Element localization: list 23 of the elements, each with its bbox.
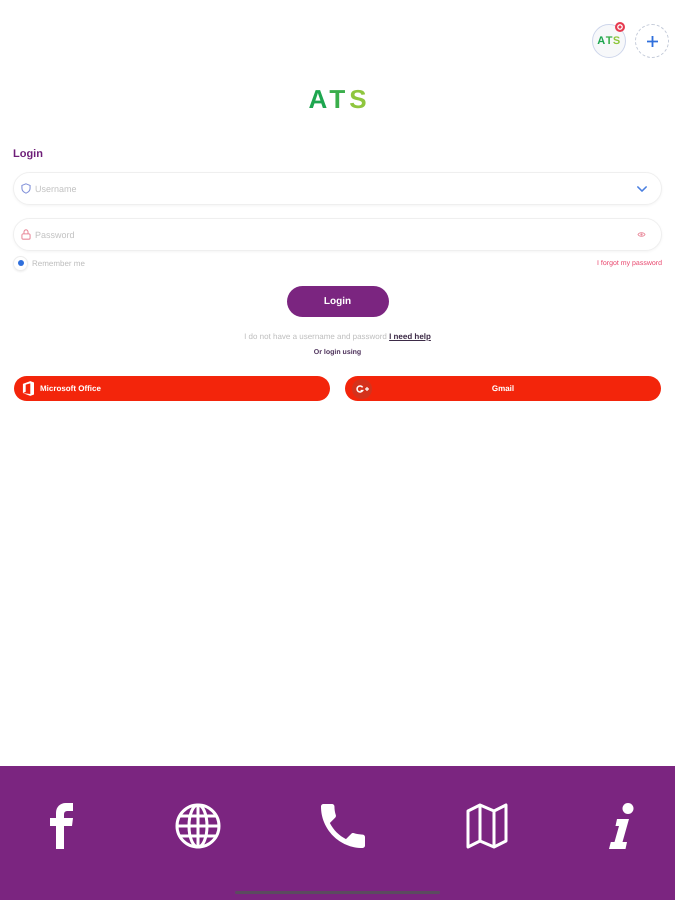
login-button[interactable]: Login bbox=[286, 286, 388, 317]
username-field[interactable]: Username bbox=[13, 172, 662, 205]
help-text: I do not have a username and password I need help bbox=[243, 331, 432, 343]
facebook-icon[interactable] bbox=[49, 803, 74, 849]
app-logo: ATS bbox=[307, 86, 372, 112]
info-icon[interactable] bbox=[608, 803, 634, 849]
map-icon[interactable] bbox=[466, 803, 508, 849]
gmail-button[interactable]: Gmail bbox=[345, 376, 661, 401]
globe-icon[interactable] bbox=[174, 803, 220, 849]
plus-icon bbox=[646, 36, 658, 46]
lock-icon bbox=[21, 229, 31, 240]
profile-avatar-button[interactable]: ATS bbox=[592, 24, 626, 58]
remember-me-radio[interactable] bbox=[13, 256, 28, 270]
office-logo-icon bbox=[22, 381, 34, 396]
password-field[interactable]: Password bbox=[13, 218, 662, 251]
g-plus-icon bbox=[352, 378, 372, 398]
chevron-down-icon[interactable] bbox=[637, 186, 647, 192]
remember-me-label: Remember me bbox=[32, 258, 85, 268]
shield-icon bbox=[21, 183, 31, 194]
microsoft-office-button[interactable]: Microsoft Office bbox=[14, 376, 330, 401]
phone-icon[interactable] bbox=[321, 804, 365, 848]
need-help-link[interactable]: I need help bbox=[389, 332, 431, 341]
login-title: Login bbox=[13, 148, 44, 160]
